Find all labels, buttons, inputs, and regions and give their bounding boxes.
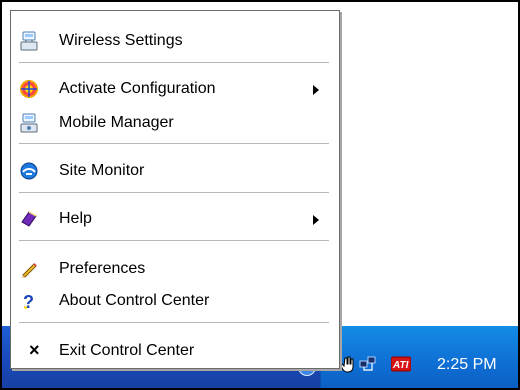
menu-item-label: Help (59, 210, 92, 227)
desktop-frame: « ATI 2:25 PM Wireless Settings (0, 0, 520, 390)
mobile-manager-icon (20, 113, 38, 133)
menu-separator (19, 192, 329, 193)
menu-item-mobile-manager[interactable]: Mobile Manager (11, 110, 337, 136)
menu-separator (19, 62, 329, 63)
menu-item-label: Site Monitor (59, 162, 145, 179)
menu-item-label: Activate Configuration (59, 80, 216, 97)
context-menu: Wireless Settings Activate Configuration… (10, 10, 340, 369)
submenu-arrow-icon (313, 85, 319, 95)
ati-icon[interactable]: ATI (391, 354, 411, 374)
svg-text:ATI: ATI (392, 360, 409, 371)
menu-item-label: Wireless Settings (59, 32, 183, 49)
menu-item-about-control-center[interactable]: ? About Control Center (11, 288, 337, 314)
menu-separator (19, 143, 329, 144)
clock[interactable]: 2:25 PM (437, 356, 497, 374)
pencil-icon (22, 263, 37, 278)
menu-item-preferences[interactable]: Preferences (11, 256, 337, 282)
site-monitor-icon (20, 162, 38, 180)
menu-item-label: About Control Center (59, 292, 210, 309)
menu-separator (19, 240, 329, 241)
wireless-settings-icon (20, 31, 38, 51)
question-mark-icon: ? (23, 292, 34, 311)
menu-item-exit-control-center[interactable]: × Exit Control Center (11, 338, 337, 364)
activate-configuration-icon (20, 80, 38, 98)
menu-item-help[interactable]: Help (11, 206, 337, 232)
menu-item-activate-configuration[interactable]: Activate Configuration (11, 76, 337, 102)
menu-item-label: Exit Control Center (59, 342, 195, 359)
x-icon: × (29, 340, 40, 360)
menu-item-site-monitor[interactable]: Site Monitor (11, 158, 337, 184)
help-book-icon (21, 211, 37, 227)
menu-item-wireless-settings[interactable]: Wireless Settings (11, 28, 337, 54)
network-icon[interactable] (358, 354, 378, 374)
menu-item-label: Mobile Manager (59, 114, 174, 131)
submenu-arrow-icon (313, 215, 319, 225)
menu-item-label: Preferences (59, 260, 146, 277)
menu-separator (19, 322, 329, 323)
hand-cursor-icon (340, 356, 354, 373)
